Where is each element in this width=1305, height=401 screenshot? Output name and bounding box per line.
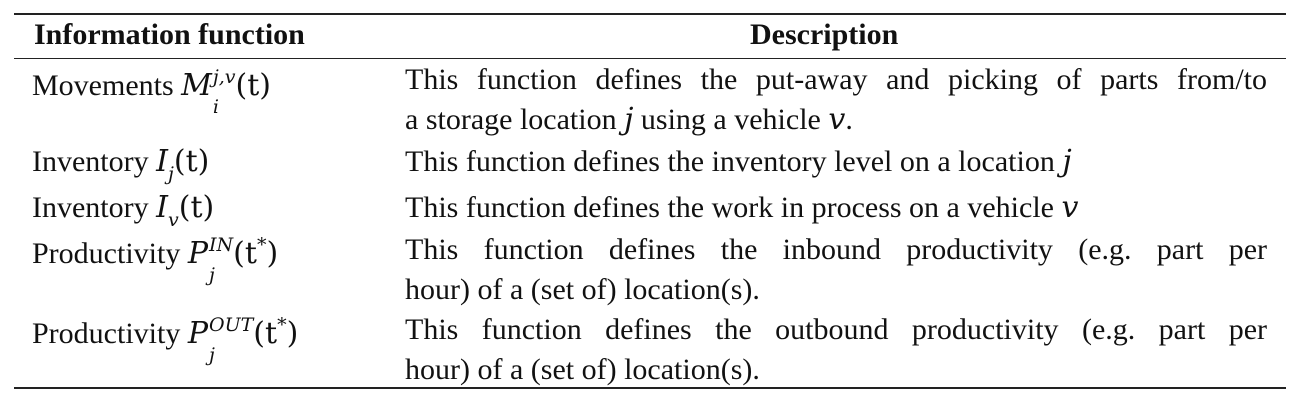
row-label-text: Movements xyxy=(32,69,174,102)
column-header-information-function: Information function xyxy=(34,18,305,51)
description-line: This function defines the inventory leve… xyxy=(405,142,1267,182)
math-argument: (t xyxy=(253,316,278,351)
math-subscript: v xyxy=(168,209,179,231)
table-header-rule xyxy=(14,58,1286,59)
description-text: a storage location xyxy=(405,103,625,136)
math-indices: IN j xyxy=(209,236,233,285)
description-text: This function defines the inventory leve… xyxy=(405,145,1063,178)
description-line: This function defines the inbound produc… xyxy=(405,233,1267,266)
table-row-label: Productivity P IN j (t*) xyxy=(32,234,279,285)
row-label-text: Productivity xyxy=(32,237,181,270)
math-variable: j xyxy=(1062,144,1072,179)
math-variable: v xyxy=(1061,190,1079,225)
math-symbol: P xyxy=(187,236,209,271)
description-text: This function defines the work in proces… xyxy=(405,191,1062,224)
table-row-label: Productivity P OUT j (t*) xyxy=(32,314,299,365)
table-row-description: This function defines the inventory leve… xyxy=(405,142,1267,182)
description-text: using a vehicle xyxy=(633,103,829,136)
math-argument-close: ) xyxy=(266,236,279,271)
table-row-description: This function defines the work in proces… xyxy=(405,188,1267,228)
table-row-label: Movements Mj,v i (t) xyxy=(32,66,272,117)
math-indices: OUT j xyxy=(209,316,253,365)
row-label-text: Productivity xyxy=(32,317,181,350)
math-star: * xyxy=(277,314,287,336)
math-subscript: j xyxy=(209,344,215,366)
description-line: hour) of a (set of) location(s). xyxy=(405,273,760,306)
table-row-label: Inventory Iv(t) xyxy=(32,188,214,231)
math-superscript: IN xyxy=(209,234,234,256)
description-line: hour) of a (set of) location(s). xyxy=(405,353,760,386)
table-row-description: This function defines the inbound produc… xyxy=(405,230,1267,310)
math-symbol: I xyxy=(156,144,168,179)
row-label-text: Inventory xyxy=(32,145,149,178)
description-line: This function defines the put-away and p… xyxy=(405,63,1267,96)
table-bottom-rule xyxy=(14,387,1286,389)
column-header-description: Description xyxy=(750,18,899,51)
row-label-text: Inventory xyxy=(32,191,149,224)
math-superscript: OUT xyxy=(209,314,254,336)
description-line: This function defines the outbound produ… xyxy=(405,313,1267,346)
math-argument: (t xyxy=(233,236,257,271)
math-symbol: M xyxy=(181,68,212,103)
description-line: This function defines the work in proces… xyxy=(405,188,1267,228)
math-symbol: P xyxy=(187,316,209,351)
math-argument-close: ) xyxy=(286,316,299,351)
math-argument: (t) xyxy=(178,190,215,225)
description-line: a storage location j using a vehicle v. xyxy=(405,100,1267,140)
math-subscript: j xyxy=(209,264,215,286)
math-subscript: j xyxy=(168,163,174,185)
table-row-description: This function defines the put-away and p… xyxy=(405,60,1267,140)
math-variable: j xyxy=(624,102,634,137)
math-symbol: I xyxy=(156,190,168,225)
table-row-description: This function defines the outbound produ… xyxy=(405,310,1267,390)
description-text: . xyxy=(845,103,853,136)
math-superscript: j,v xyxy=(212,66,236,88)
math-variable: v xyxy=(828,102,846,137)
math-indices: j,v i xyxy=(213,68,236,117)
math-subscript: i xyxy=(212,96,219,118)
math-star: * xyxy=(256,234,267,256)
table-row-label: Inventory Ij(t) xyxy=(32,142,209,185)
math-argument: (t) xyxy=(173,144,210,179)
math-argument: (t) xyxy=(235,68,272,103)
